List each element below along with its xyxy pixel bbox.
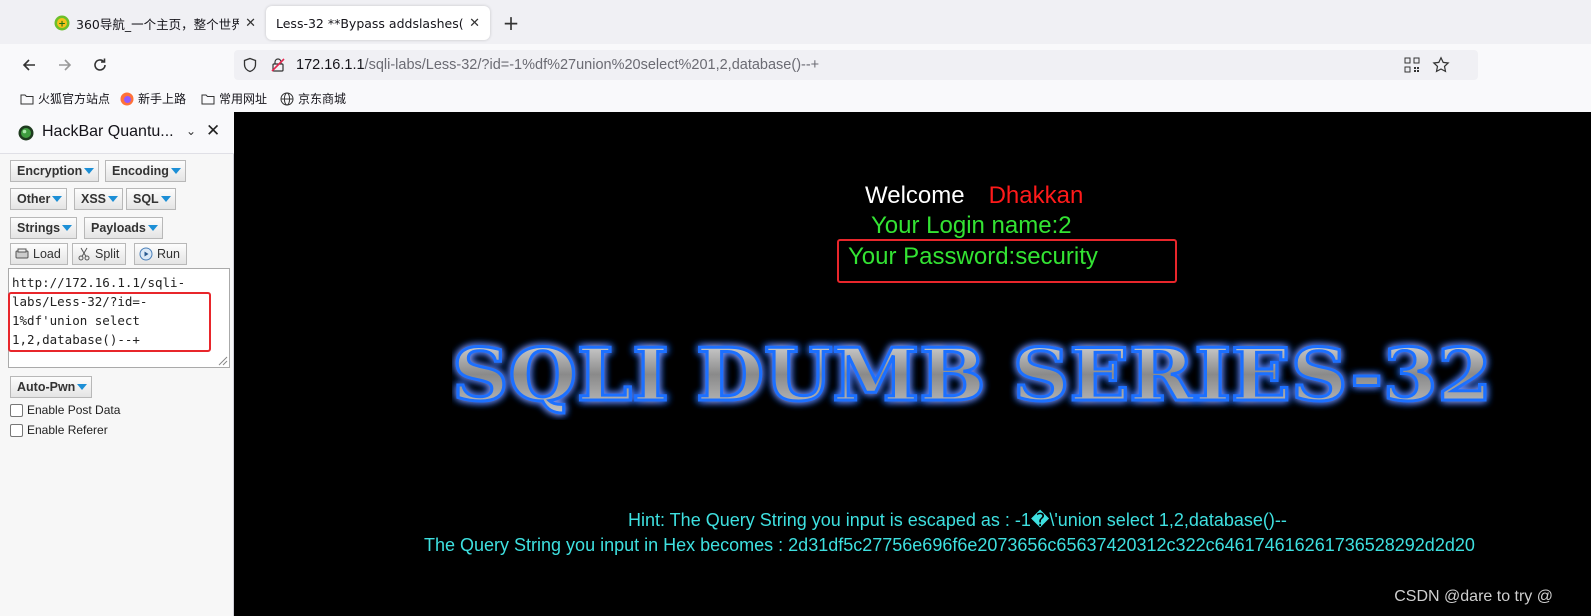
firefox-icon	[120, 92, 134, 105]
bookmark-label: 京东商城	[298, 92, 347, 106]
button-label: Load	[33, 247, 61, 261]
tab-360-nav[interactable]: + 360导航_一个主页，整个世界 ✕	[44, 6, 266, 40]
csdn-watermark: CSDN @dare to try @	[1394, 588, 1553, 605]
caret-down-icon	[108, 196, 119, 202]
checkbox-box[interactable]	[10, 403, 23, 417]
strings-menu-button[interactable]: Strings	[10, 217, 78, 239]
caret-down-icon	[77, 384, 88, 390]
bookmark-label: 火狐官方站点	[38, 92, 111, 106]
bookmark-label: 常用网址	[219, 92, 268, 106]
textarea-line: 1,2,database()--+	[12, 332, 140, 347]
welcome-line: Welcome Dhakkan	[865, 182, 1083, 210]
close-tab-icon[interactable]: ✕	[469, 16, 480, 31]
url-host: 172.16.1.1	[296, 57, 365, 73]
button-label: Run	[157, 247, 180, 261]
welcome-name: Dhakkan	[988, 182, 1084, 209]
qr-code-icon[interactable]	[1404, 57, 1420, 73]
sidebar-title: HackBar Quantu...	[42, 123, 174, 140]
bookmark-folder-firefox[interactable]: 火狐官方站点	[20, 90, 110, 107]
shield-icon[interactable]	[242, 57, 258, 73]
load-url-button[interactable]: Load	[10, 243, 68, 265]
folder-icon	[20, 94, 34, 104]
bookmark-getting-started[interactable]: 新手上路	[120, 90, 186, 107]
bookmark-label: 新手上路	[138, 92, 187, 106]
url-bar[interactable]: 172.16.1.1/sqli-labs/Less-32/?id=-1%df%2…	[234, 50, 1478, 80]
textarea-line: http://172.16.1.1/sqli-	[12, 275, 186, 290]
caret-down-icon	[147, 225, 158, 231]
menu-label: Auto-Pwn	[17, 380, 76, 394]
bookmarks-toolbar: 火狐官方站点 新手上路 常用网址 京东商城	[0, 86, 1591, 112]
folder-icon	[201, 94, 215, 104]
checkbox-box[interactable]	[10, 423, 23, 437]
scissors-icon	[78, 247, 90, 261]
checkbox-label: Enable Referer	[27, 423, 108, 437]
tab-title: Less-32 **Bypass addslashes()**	[276, 15, 464, 31]
globe-icon	[280, 92, 294, 105]
url-text: 172.16.1.1/sqli-labs/Less-32/?id=-1%df%2…	[296, 56, 819, 74]
url-path: /sqli-labs/Less-32/?id=-1%df%27union%20s…	[364, 57, 820, 73]
split-url-button[interactable]: Split	[72, 243, 127, 265]
bookmark-jd[interactable]: 京东商城	[280, 90, 346, 107]
sqli-dumb-series-banner: SQLI DUMB SERIES-32	[452, 331, 1494, 419]
menu-label: Encryption	[17, 164, 83, 178]
menu-label: Strings	[17, 221, 61, 235]
caret-down-icon	[52, 196, 63, 202]
hackbar-sidebar: HackBar Quantu... ⌄ ✕ Encryption Encodin…	[0, 112, 234, 616]
auto-pwn-menu-button[interactable]: Auto-Pwn	[10, 376, 93, 398]
enable-referer-checkbox[interactable]: Enable Referer	[10, 423, 108, 437]
load-icon	[15, 248, 29, 259]
textarea-line: 1%df'union select	[12, 313, 140, 328]
tab-title: 360导航_一个主页，整个世界	[76, 16, 240, 32]
play-icon	[139, 247, 153, 261]
banner-text: SQLI DUMB SERIES-32	[452, 332, 1492, 417]
caret-down-icon	[170, 168, 181, 174]
menu-label: Encoding	[112, 164, 169, 178]
escaped-query-hint: Hint: The Query String you input is esca…	[628, 510, 1287, 530]
insecure-lock-icon[interactable]	[270, 57, 286, 73]
bookmark-star-icon[interactable]	[1432, 56, 1450, 74]
bookmark-folder-common[interactable]: 常用网址	[201, 90, 267, 107]
checkbox-label: Enable Post Data	[27, 403, 121, 417]
sql-menu-button[interactable]: SQL	[126, 188, 176, 210]
login-name-text: Your Login name:2	[871, 212, 1072, 239]
page-content: Welcome Dhakkan Your Login name:2 Your Pa…	[234, 112, 1591, 616]
password-text: Your Password:security	[848, 243, 1098, 270]
xss-menu-button[interactable]: XSS	[74, 188, 124, 210]
tab-strip: + 360导航_一个主页，整个世界 ✕ Less-32 **Bypass add…	[0, 0, 1591, 44]
menu-label: Other	[17, 192, 51, 206]
caret-down-icon	[84, 168, 95, 174]
payloads-menu-button[interactable]: Payloads	[84, 217, 163, 239]
close-sidebar-icon[interactable]: ✕	[206, 121, 220, 141]
forward-icon[interactable]	[52, 52, 78, 78]
reload-icon[interactable]	[87, 52, 113, 78]
360-logo-icon: +	[54, 15, 70, 31]
hackbar-logo-icon	[18, 125, 34, 141]
caret-down-icon	[62, 225, 73, 231]
hex-query-hint: The Query String you input in Hex become…	[424, 535, 1475, 555]
encryption-menu-button[interactable]: Encryption	[10, 160, 100, 182]
menu-label: Payloads	[91, 221, 146, 235]
new-tab-icon[interactable]: +	[498, 10, 524, 36]
chevron-down-icon[interactable]: ⌄	[186, 124, 196, 138]
sidebar-header: HackBar Quantu... ⌄ ✕	[0, 112, 234, 154]
caret-down-icon	[160, 196, 171, 202]
svg-text:+: +	[58, 20, 66, 30]
menu-label: SQL	[133, 192, 159, 206]
encoding-menu-button[interactable]: Encoding	[105, 160, 186, 182]
resize-grip-icon[interactable]	[216, 354, 228, 366]
navigation-bar: 172.16.1.1/sqli-labs/Less-32/?id=-1%df%2…	[0, 44, 1591, 86]
other-menu-button[interactable]: Other	[10, 188, 68, 210]
back-icon[interactable]	[16, 52, 42, 78]
close-tab-icon[interactable]: ✕	[245, 16, 256, 31]
textarea-line: labs/Less-32/?id=-	[12, 294, 148, 309]
execute-button[interactable]: Run	[134, 243, 187, 265]
menu-label: XSS	[81, 192, 107, 206]
welcome-text: Welcome	[865, 182, 965, 209]
url-textarea[interactable]: http://172.16.1.1/sqli-labs/Less-32/?id=…	[8, 268, 230, 368]
tab-less-32[interactable]: Less-32 **Bypass addslashes()** ✕	[266, 6, 490, 40]
button-label: Split	[95, 247, 120, 261]
enable-post-data-checkbox[interactable]: Enable Post Data	[10, 403, 120, 417]
